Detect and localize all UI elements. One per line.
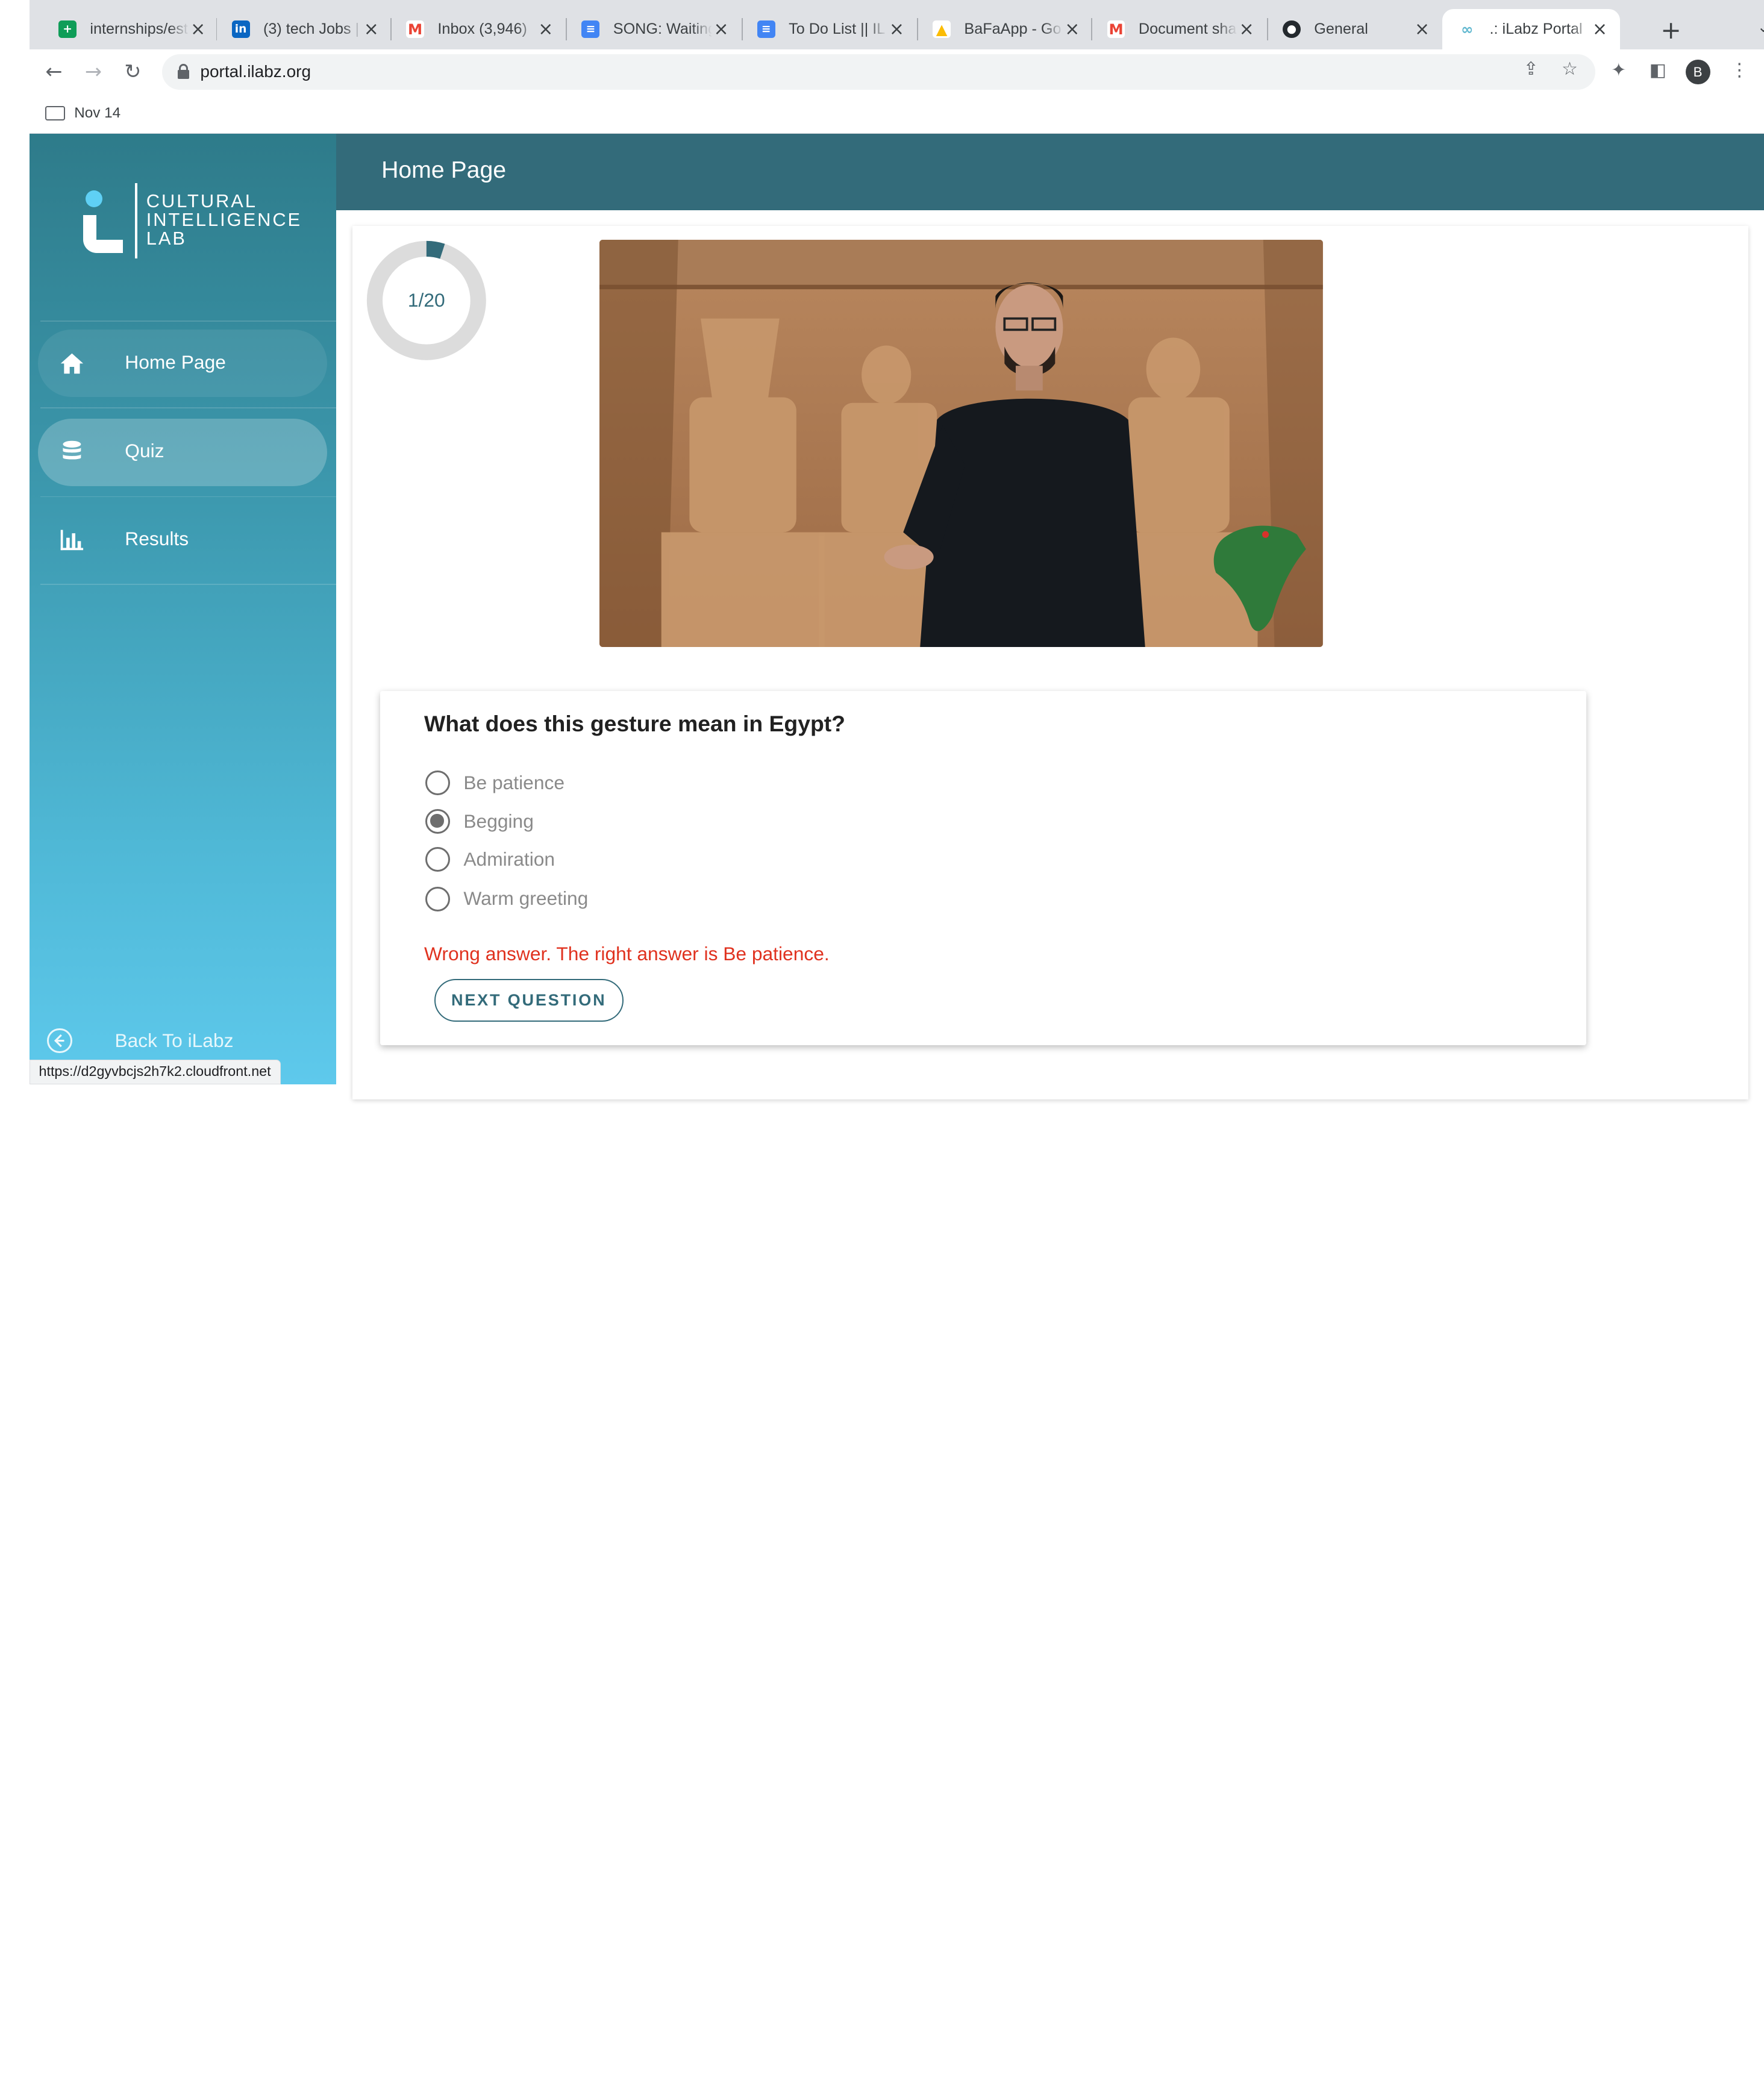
github-icon: ● [1282,20,1301,39]
close-icon[interactable]: × [1063,19,1081,40]
sidebar-item-home[interactable]: Home Page [38,330,328,398]
new-tab-button[interactable]: + [1660,16,1681,45]
tab-title: Inbox (3,946) [437,20,527,38]
egypt-marker [1262,531,1269,538]
browser-tab[interactable]: ▲ BaFaApp - Go × [917,9,1092,49]
browser-tab[interactable]: ≡ SONG: Waiting × [566,9,741,49]
linkedin-icon: in [231,20,250,39]
back-link-label: Back To iLabz [114,1029,234,1051]
browser-tab[interactable]: M Inbox (3,946) × [390,9,566,49]
more-menu-icon[interactable]: ⋮ [1730,60,1748,81]
database-icon [63,441,81,460]
bookmark-folder-label[interactable]: Nov 14 [74,105,120,122]
divider [40,584,359,586]
browser-tab[interactable]: ● General × [1267,9,1442,49]
desktop-edge [0,0,30,1125]
answer-feedback: Wrong answer. The right answer is Be pat… [424,942,830,964]
close-icon[interactable]: × [887,19,905,40]
divider [40,320,359,322]
tab-title: SONG: Waiting [613,20,713,38]
radio-button[interactable] [425,847,450,872]
forward-arrow-icon[interactable]: → [80,58,107,86]
browser-tab[interactable]: ≡ To Do List || IL × [742,9,917,49]
close-icon[interactable]: × [712,19,730,40]
extensions-puzzle-icon[interactable]: ✦ [1611,60,1626,81]
tab-title: To Do List || IL [789,20,886,38]
gesture-video[interactable] [599,239,1324,647]
cultural-intelligence-lab-logo: CULTURAL INTELLIGENCE LAB [83,183,308,262]
tab-search-icon[interactable]: ⌄ [1757,18,1764,36]
next-question-button[interactable]: NEXT QUESTION [434,978,624,1022]
answer-label: Warm greeting [463,887,589,910]
bookmarks-bar: Nov 14 [29,94,1764,134]
radio-button-selected[interactable] [425,808,450,834]
page-title: Home Page [381,157,507,184]
sidebar-item-label: Quiz [125,440,164,462]
answer-label: Admiration [463,848,555,871]
google-drive-icon: ▲ [933,20,951,39]
question-card: What does this gesture mean in Egypt? Be… [380,690,1587,1045]
address-bar[interactable]: portal.ilabz.org ⇪ ☆ [161,54,1596,90]
tab-strip: + internships/est × in (3) tech Jobs | ×… [29,0,1764,50]
divider [40,496,359,498]
lock-icon [178,64,189,79]
close-icon[interactable]: × [537,19,555,40]
browser-tab-active[interactable]: ∞ .: iLabz Portal × [1442,8,1621,50]
page-header: Home Page [336,134,1764,211]
gmail-icon: M [406,20,425,39]
close-icon[interactable]: × [362,19,380,40]
google-docs-icon: ≡ [581,20,600,39]
close-icon[interactable]: × [1237,19,1256,40]
share-icon[interactable]: ⇪ [1524,58,1539,80]
tab-title: BaFaApp - Go [964,20,1062,38]
progress-label: 1/20 [407,289,445,311]
browser-chrome: + internships/est × in (3) tech Jobs | ×… [0,0,1764,134]
logo-line: LAB [146,227,187,249]
gmail-icon: M [1107,20,1125,39]
url-text: portal.ilabz.org [200,61,311,81]
reload-icon[interactable]: ↻ [119,58,146,86]
bookmark-star-icon[interactable]: ☆ [1562,58,1578,80]
bar-chart-icon [60,530,84,551]
ilabz-icon: ∞ [1458,20,1477,39]
sidebar-item-label: Home Page [125,351,226,373]
browser-tab[interactable]: in (3) tech Jobs | × [216,9,392,49]
tab-title: Document sha [1138,20,1237,38]
side-panel-icon[interactable]: ◧ [1650,60,1666,81]
divider [40,407,359,408]
radio-button[interactable] [425,770,450,796]
answer-label: Begging [463,810,534,832]
tab-title: internships/est [90,20,188,38]
quiz-panel: 1/20 What does this gesture mean in Egyp… [352,226,1749,1099]
question-text: What does this gesture mean in Egypt? [424,711,845,737]
browser-tab[interactable]: + internships/est × [43,9,218,49]
browser-toolbar: ← → ↻ portal.ilabz.org ⇪ ☆ ✦ ◧ B ⋮ [29,49,1764,95]
back-arrow-icon[interactable]: ← [40,58,67,86]
progress-ring: 1/20 [366,240,487,361]
close-icon[interactable]: × [189,19,207,40]
sidebar-item-label: Results [125,527,189,549]
tab-title: General [1314,20,1368,38]
radio-button[interactable] [425,886,450,911]
main-content: 1/20 What does this gesture mean in Egyp… [336,210,1764,1099]
profile-avatar[interactable]: B [1685,59,1710,85]
sidebar: CULTURAL INTELLIGENCE LAB Home Page Quiz… [29,134,359,1085]
close-icon[interactable]: × [1413,19,1431,40]
answer-label: Be patience [463,772,565,794]
browser-tab[interactable]: M Document sha × [1091,9,1266,49]
google-sheets-icon: + [58,20,77,39]
link-status-bubble: https://d2gyvbcjs2h7k2.cloudfront.net [29,1060,281,1085]
sidebar-item-quiz[interactable]: Quiz [38,418,328,486]
logo-line: INTELLIGENCE [146,209,302,231]
close-icon[interactable]: × [1591,19,1609,40]
home-icon [60,353,84,374]
tab-title: .: iLabz Portal [1489,20,1583,38]
sidebar-item-results[interactable]: Results [38,506,327,574]
folder-icon [45,105,66,120]
back-circle-arrow-icon [47,1028,72,1053]
tab-title: (3) tech Jobs | [263,20,360,38]
logo-line: CULTURAL [146,190,257,212]
google-docs-icon: ≡ [757,20,775,39]
